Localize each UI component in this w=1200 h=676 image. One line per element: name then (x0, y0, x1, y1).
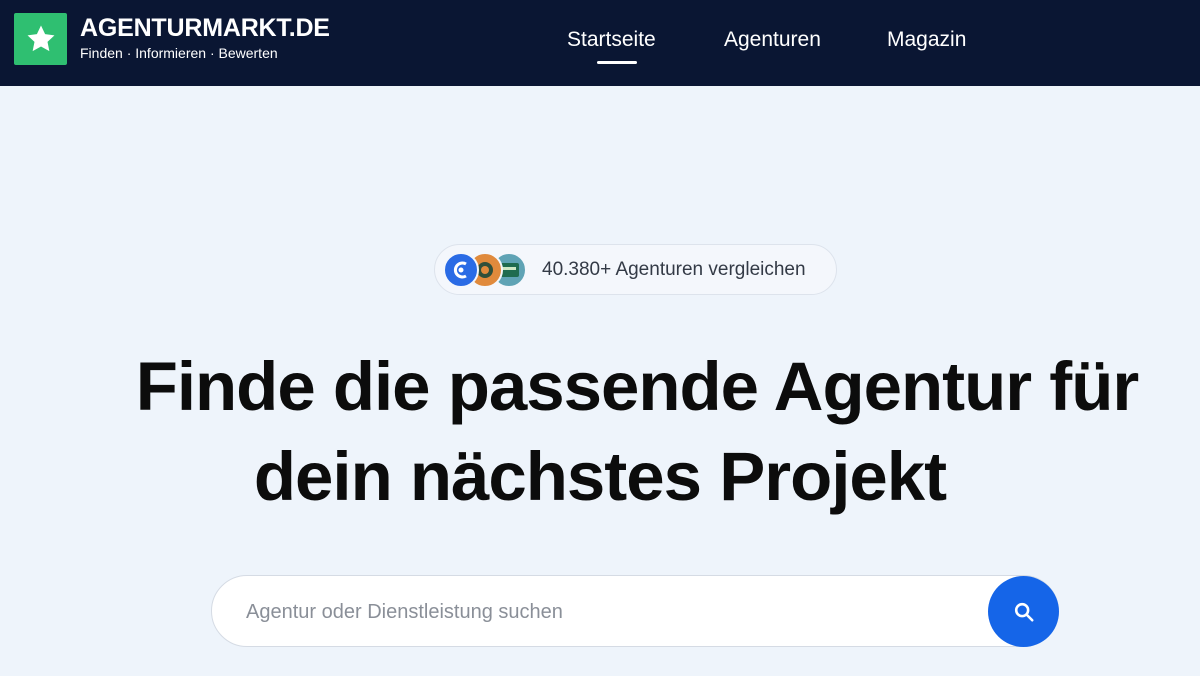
agency-count-badge: 40.380+ Agenturen vergleichen (434, 244, 837, 295)
hero-headline-line1: Finde die passende Agentur für (135, 348, 1140, 425)
hero-headline: Finde die passende Agentur für dein näch… (0, 342, 1200, 522)
star-icon (27, 25, 54, 52)
logo-tagline: Finden · Informieren · Bewerten (80, 45, 278, 61)
nav-startseite[interactable]: Startseite (567, 28, 656, 64)
search-icon (1014, 602, 1034, 622)
logo-link[interactable] (14, 13, 67, 65)
search-input[interactable] (246, 594, 946, 630)
nav-agenturen[interactable]: Agenturen (724, 28, 821, 52)
agency-count-text: 40.380+ Agenturen vergleichen (542, 259, 806, 280)
top-navbar: AGENTURMARKT.DE Finden · Informieren · B… (0, 0, 1200, 86)
search-bar (211, 575, 1059, 647)
search-button[interactable] (988, 576, 1059, 647)
agency-logo-icon (453, 261, 467, 279)
hero-headline-line2: dein nächstes Projekt (253, 438, 947, 515)
logo-title[interactable]: AGENTURMARKT.DE (80, 14, 330, 42)
nav-magazin[interactable]: Magazin (887, 28, 966, 52)
agency-avatar (443, 252, 479, 288)
